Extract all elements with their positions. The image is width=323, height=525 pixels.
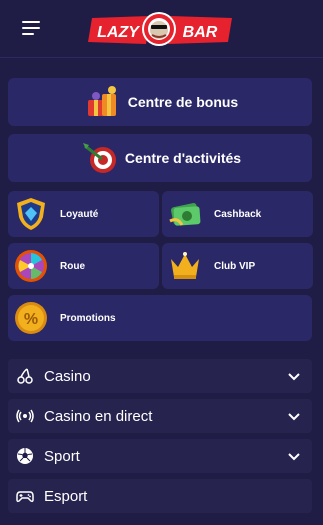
logo-text-left: LAZY <box>97 24 140 41</box>
logo-text-right: BAR <box>183 24 218 41</box>
percent-coin-icon: % <box>15 302 47 334</box>
promotions-label: Promotions <box>60 312 116 324</box>
nav-live-casino-label: Casino en direct <box>44 407 153 425</box>
nav-sport-label: Sport <box>44 447 80 465</box>
chevron-down-icon[interactable] <box>286 368 302 384</box>
chevron-down-icon[interactable] <box>286 408 302 424</box>
cash-icon <box>169 203 201 226</box>
bonus-center-label: Centre de bonus <box>127 94 239 110</box>
promotions-card[interactable]: % Promotions <box>8 295 312 341</box>
loyalty-label: Loyauté <box>60 208 99 220</box>
crown-icon <box>171 252 199 279</box>
vip-club-card[interactable]: Club VIP <box>162 243 313 289</box>
nav-casino[interactable]: Casino <box>8 359 312 393</box>
nav-casino-label: Casino <box>44 367 91 385</box>
soccer-ball-icon <box>17 448 33 464</box>
nav-live-casino[interactable]: Casino en direct <box>8 399 312 433</box>
hamburger-menu-icon[interactable] <box>22 20 42 36</box>
bonus-center-card[interactable]: Centre de bonus <box>8 78 312 126</box>
svg-text:%: % <box>24 311 38 328</box>
gift-boxes-icon <box>87 86 116 116</box>
vip-club-label: Club VIP <box>214 260 256 272</box>
cashback-label: Cashback <box>214 208 262 220</box>
cashback-card[interactable]: Cashback <box>162 191 313 237</box>
activities-center-label: Centre d'activités <box>124 150 242 166</box>
activities-center-card[interactable]: Centre d'activités <box>8 134 312 182</box>
wheel-label: Roue <box>60 260 85 272</box>
dart-target-icon <box>82 143 116 173</box>
chevron-down-icon[interactable] <box>286 448 302 464</box>
shield-diamond-icon <box>17 198 45 230</box>
lazy-bar-logo[interactable]: LAZY BAR <box>86 8 234 50</box>
live-broadcast-icon <box>16 409 34 423</box>
fortune-wheel-icon <box>15 250 47 282</box>
wheel-card[interactable]: Roue <box>8 243 159 289</box>
nav-esport[interactable]: Esport <box>8 479 312 513</box>
cherries-icon <box>17 368 33 384</box>
nav-sport[interactable]: Sport <box>8 439 312 473</box>
gamepad-icon <box>16 491 34 503</box>
top-header: LAZY BAR <box>0 0 323 58</box>
loyalty-card[interactable]: Loyauté <box>8 191 159 237</box>
nav-esport-label: Esport <box>44 487 88 505</box>
